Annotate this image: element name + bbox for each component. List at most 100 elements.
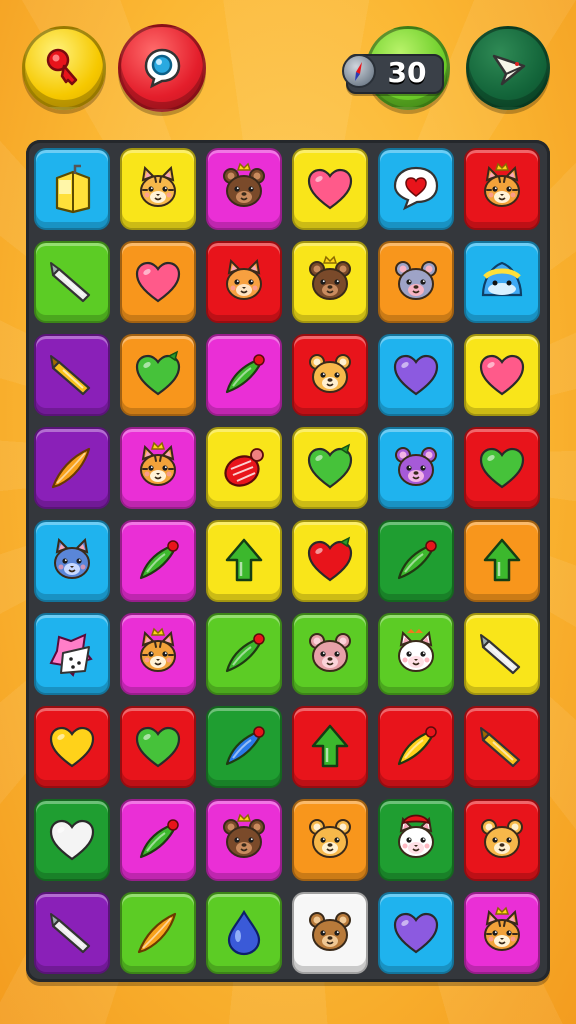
green-arrow-up-icon [483, 538, 521, 582]
orange-hamster-icon [309, 819, 351, 858]
board-tile-r9-c4[interactable] [292, 892, 368, 974]
green-chili-icon [139, 819, 179, 859]
board-tile-r9-c1[interactable] [34, 892, 110, 974]
board-tile-r4-c1[interactable] [34, 427, 110, 509]
board-tile-r4-c4[interactable] [292, 427, 368, 509]
purple-heart-icon [393, 354, 439, 396]
board-tile-r1-c5[interactable] [378, 148, 454, 230]
plane-exit-icon [492, 54, 526, 86]
board-tile-r1-c3[interactable] [206, 148, 282, 230]
pink-heart-icon [307, 168, 353, 210]
pink-mouse-icon [309, 633, 351, 672]
crayon-yellow-icon [50, 355, 91, 396]
blue-drop-icon [227, 909, 261, 956]
crayon-white-icon [480, 634, 521, 675]
red-berry-icon [224, 448, 264, 487]
board-tile-r8-c5[interactable] [378, 799, 454, 881]
juice-box-icon [55, 164, 91, 214]
orange-feather-icon [51, 447, 91, 489]
yellow-heart-icon [49, 726, 95, 768]
key-icon [46, 48, 78, 86]
green-arrow-up-icon [225, 538, 263, 582]
board-tile-r2-c1[interactable] [34, 241, 110, 323]
board-tile-r1-c1[interactable] [34, 148, 110, 230]
green-chili-icon [225, 354, 265, 394]
board-tile-r8-c4[interactable] [292, 799, 368, 881]
heart-bubble-icon [393, 166, 439, 211]
orange-cat-icon [226, 258, 262, 300]
board-tile-r6-c5[interactable] [378, 613, 454, 695]
board-tile-r5-c2[interactable] [120, 520, 196, 602]
crayon-yellow-icon [480, 727, 521, 768]
board-tile-r2-c5[interactable] [378, 241, 454, 323]
board-tile-r4-c3[interactable] [206, 427, 282, 509]
white-cat-red-hat-icon [398, 814, 434, 858]
board-tile-r7-c3[interactable] [206, 706, 282, 788]
white-heart-icon [49, 819, 95, 861]
board-tile-r1-c2[interactable] [120, 148, 196, 230]
tiger-crown-icon [484, 906, 520, 951]
brown-bear-crown-icon [223, 162, 265, 207]
brown-bear-icon [309, 912, 351, 951]
board-tile-r5-c5[interactable] [378, 520, 454, 602]
target-button[interactable] [118, 24, 206, 112]
board-tile-r1-c6[interactable] [464, 148, 540, 230]
board-tile-r4-c5[interactable] [378, 427, 454, 509]
board-tile-r8-c2[interactable] [120, 799, 196, 881]
board-tile-r5-c6[interactable] [464, 520, 540, 602]
tiger-crown-icon [140, 441, 176, 486]
board-tile-r8-c3[interactable] [206, 799, 282, 881]
board-tile-r3-c2[interactable] [120, 334, 196, 416]
moves-counter-value: 30 [387, 56, 427, 89]
game-board [26, 140, 550, 982]
green-chili-icon [139, 540, 179, 580]
board-tile-r7-c4[interactable] [292, 706, 368, 788]
brown-bear-crown-icon [309, 255, 351, 300]
board-tile-r5-c3[interactable] [206, 520, 282, 602]
board-tile-r5-c1[interactable] [34, 520, 110, 602]
board-tile-r8-c6[interactable] [464, 799, 540, 881]
crayon-white-icon [50, 913, 91, 954]
board-tile-r9-c5[interactable] [378, 892, 454, 974]
board-tile-r2-c6[interactable] [464, 241, 540, 323]
orange-hamster-icon [309, 354, 351, 393]
board-tile-r2-c3[interactable] [206, 241, 282, 323]
board-tile-r9-c3[interactable] [206, 892, 282, 974]
green-heart-icon [135, 726, 181, 768]
board-tile-r6-c4[interactable] [292, 613, 368, 695]
board-tile-r6-c3[interactable] [206, 613, 282, 695]
exit-button[interactable] [466, 26, 550, 110]
board-tile-r6-c1[interactable] [34, 613, 110, 695]
yellow-chili-icon [397, 726, 437, 766]
board-tile-r3-c5[interactable] [378, 334, 454, 416]
board-tile-r6-c6[interactable] [464, 613, 540, 695]
board-tile-r7-c5[interactable] [378, 706, 454, 788]
blue-chili-icon [225, 726, 265, 766]
board-tile-r3-c4[interactable] [292, 334, 368, 416]
target-bubble-icon [144, 48, 181, 89]
board-tile-r2-c4[interactable] [292, 241, 368, 323]
green-leaf-heart-icon [135, 350, 181, 396]
board-tile-r3-c1[interactable] [34, 334, 110, 416]
board-tile-r7-c2[interactable] [120, 706, 196, 788]
green-chili-icon [397, 540, 437, 580]
orange-hamster-icon [481, 819, 523, 858]
compass-badge [342, 54, 376, 88]
blue-cat-icon [54, 537, 90, 579]
board-tile-r5-c4[interactable] [292, 520, 368, 602]
board-tile-r4-c2[interactable] [120, 427, 196, 509]
board-tile-r2-c2[interactable] [120, 241, 196, 323]
board-tile-r8-c1[interactable] [34, 799, 110, 881]
board-tile-r3-c3[interactable] [206, 334, 282, 416]
tiger-cat-icon [140, 165, 176, 207]
board-tile-r4-c6[interactable] [464, 427, 540, 509]
board-tile-r1-c4[interactable] [292, 148, 368, 230]
board-tile-r6-c2[interactable] [120, 613, 196, 695]
board-tile-r7-c6[interactable] [464, 706, 540, 788]
board-tile-r9-c6[interactable] [464, 892, 540, 974]
pink-heart-icon [135, 261, 181, 303]
board-tile-r7-c1[interactable] [34, 706, 110, 788]
board-tile-r9-c2[interactable] [120, 892, 196, 974]
key-button[interactable] [22, 26, 106, 110]
board-tile-r3-c6[interactable] [464, 334, 540, 416]
